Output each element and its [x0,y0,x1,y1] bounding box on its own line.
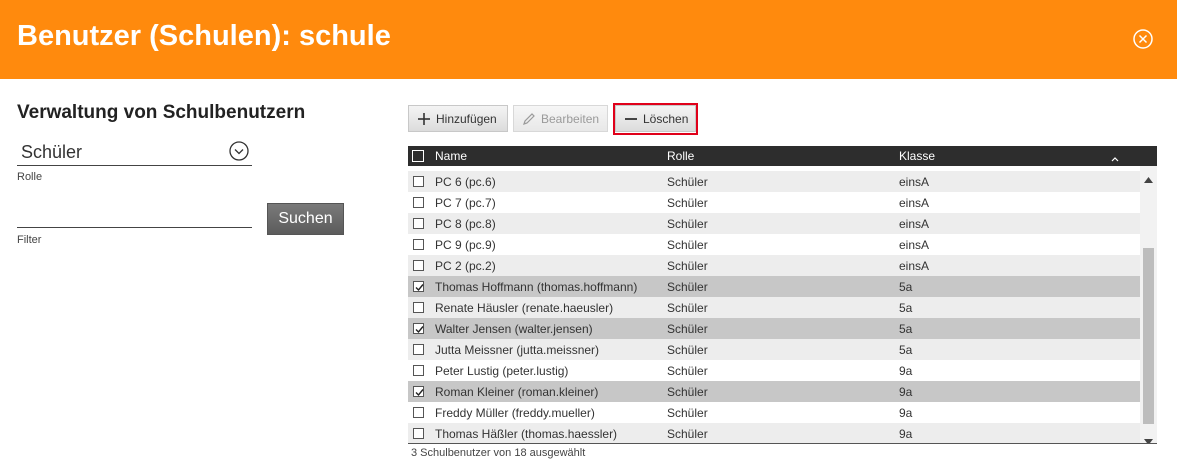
search-button[interactable]: Suchen [267,203,344,235]
add-button[interactable]: Hinzufügen [408,105,508,132]
filter-field[interactable] [17,206,252,228]
scroll-up-icon[interactable] [1144,170,1153,183]
cell-class: einsA [899,238,930,252]
row-checkbox[interactable] [413,176,424,187]
filter-caption: Filter [17,234,42,246]
add-button-label: Hinzufügen [436,111,497,126]
table-row[interactable]: PC 2 (pc.2) Schüler einsA [408,255,1140,276]
role-select[interactable]: Schüler [17,140,252,166]
delete-button-highlight [613,103,698,135]
cell-class: 9a [899,406,913,420]
cell-name: PC 6 (pc.6) [435,175,496,189]
row-checkbox[interactable] [413,428,424,439]
cell-class: 9a [899,427,913,441]
row-checkbox[interactable] [413,386,424,397]
cell-role: Schüler [667,301,708,315]
cell-name: Peter Lustig (peter.lustig) [435,364,569,378]
row-checkbox[interactable] [413,302,424,313]
close-icon[interactable] [1131,27,1155,51]
users-grid: Name Rolle Klasse PC 6 (pc.6) Schüler eins… [408,146,1157,444]
table-row[interactable]: Peter Lustig (peter.lustig) Schüler 9a [408,360,1140,381]
cell-class: 5a [899,343,913,357]
table-row[interactable]: Walter Jensen (walter.jensen) Schüler 5a [408,318,1140,339]
cell-role: Schüler [667,280,708,294]
cell-name: Thomas Häßler (thomas.haessler) [435,427,618,441]
column-header-name[interactable]: Name [435,149,467,163]
column-header-class[interactable]: Klasse [899,149,935,163]
cell-name: Jutta Meissner (jutta.meissner) [435,343,600,357]
table-row[interactable]: Freddy Müller (freddy.mueller) Schüler 9a [408,402,1140,423]
filter-input[interactable] [17,206,252,227]
table-row[interactable]: Jutta Meissner (jutta.meissner) Schüler 5a [408,339,1140,360]
cell-name: Freddy Müller (freddy.mueller) [435,406,595,420]
vertical-scrollbar[interactable] [1140,166,1157,443]
cell-class: einsA [899,196,930,210]
row-checkbox[interactable] [413,365,424,376]
cell-class: einsA [899,259,930,273]
cell-name: Renate Häusler (renate.haeusler) [435,301,614,315]
cell-role: Schüler [667,217,708,231]
grid-header: Name Rolle Klasse [408,146,1157,166]
cell-role: Schüler [667,196,708,210]
cell-role: Schüler [667,238,708,252]
column-header-role[interactable]: Rolle [667,149,694,163]
cell-name: PC 2 (pc.2) [435,259,496,273]
cell-class: 5a [899,280,913,294]
page-title: Benutzer (Schulen): schule [17,20,391,52]
role-select-value: Schüler [21,142,83,162]
cell-class: 9a [899,364,913,378]
table-row[interactable]: Renate Häusler (renate.haeusler) Schüler 5… [408,297,1140,318]
cell-name: PC 7 (pc.7) [435,196,496,210]
row-checkbox[interactable] [413,407,424,418]
cell-role: Schüler [667,343,708,357]
sort-ascending-icon[interactable] [1111,152,1119,162]
grid-rows: PC 6 (pc.6) Schüler einsA PC 7 (pc.7) Schüle… [408,166,1140,443]
table-row[interactable]: PC 8 (pc.8) Schüler einsA [408,213,1140,234]
page-header: Benutzer (Schulen): schule [0,0,1177,79]
cell-role: Schüler [667,175,708,189]
table-row[interactable]: PC 9 (pc.9) Schüler einsA [408,234,1140,255]
cell-role: Schüler [667,259,708,273]
cell-class: einsA [899,217,930,231]
cell-name: PC 8 (pc.8) [435,217,496,231]
cell-class: 5a [899,322,913,336]
cell-name: PC 9 (pc.9) [435,238,496,252]
role-caption: Rolle [17,171,43,183]
cell-role: Schüler [667,406,708,420]
table-row[interactable]: Roman Kleiner (roman.kleiner) Schüler 9a [408,381,1140,402]
row-checkbox[interactable] [413,239,424,250]
row-checkbox[interactable] [413,281,424,292]
cell-name: Walter Jensen (walter.jensen) [435,322,593,336]
row-checkbox[interactable] [413,260,424,271]
edit-button[interactable]: Bearbeiten [513,105,608,132]
table-row[interactable]: PC 7 (pc.7) Schüler einsA [408,192,1140,213]
section-title: Verwaltung von Schulbenutzern [17,102,306,123]
scroll-thumb[interactable] [1143,248,1154,424]
cell-name: Thomas Hoffmann (thomas.hoffmann) [435,280,638,294]
table-row[interactable]: Thomas Hoffmann (thomas.hoffmann) Schüler… [408,276,1140,297]
selection-status: 3 Schulbenutzer von 18 ausgewählt [411,447,586,459]
cell-role: Schüler [667,385,708,399]
chevron-down-icon[interactable] [228,140,250,162]
row-checkbox[interactable] [413,323,424,334]
scroll-down-icon[interactable] [1144,432,1153,443]
cell-class: 9a [899,385,913,399]
cell-role: Schüler [667,322,708,336]
cell-class: einsA [899,175,930,189]
cell-class: 5a [899,301,913,315]
row-checkbox[interactable] [413,218,424,229]
table-row[interactable]: PC 6 (pc.6) Schüler einsA [408,171,1140,192]
select-all-checkbox[interactable] [412,150,424,162]
cell-role: Schüler [667,364,708,378]
pencil-icon [522,112,536,126]
cell-name: Roman Kleiner (roman.kleiner) [435,385,599,399]
row-checkbox[interactable] [413,344,424,355]
table-row[interactable]: Thomas Häßler (thomas.haessler) Schüler 9a [408,423,1140,443]
row-checkbox[interactable] [413,197,424,208]
edit-button-label: Bearbeiten [541,111,600,126]
plus-icon [417,112,431,126]
cell-role: Schüler [667,427,708,441]
